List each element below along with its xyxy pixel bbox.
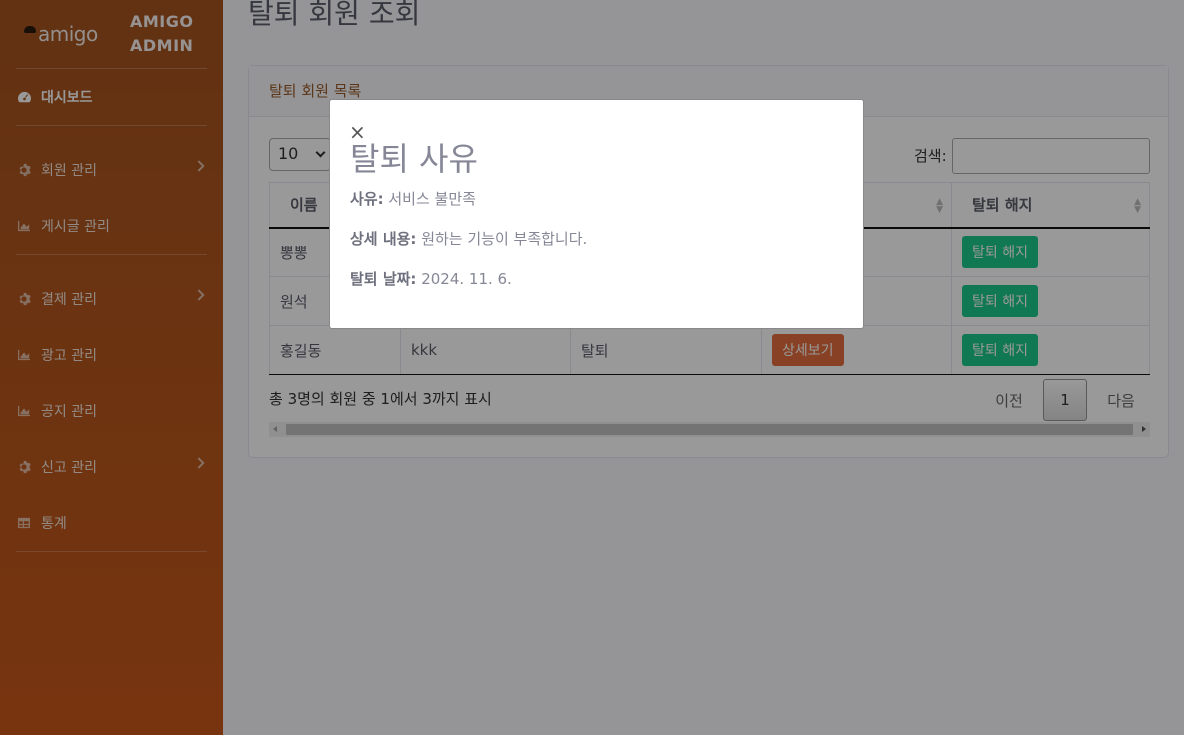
date-label: 탈퇴 날짜: — [350, 270, 417, 288]
date-value: 2024. 11. 6. — [416, 270, 512, 288]
reason-row: 사유: 서비스 불만족 — [350, 190, 843, 208]
modal-title: 탈퇴 사유 — [350, 140, 478, 178]
reason-label: 사유: — [350, 190, 384, 208]
reason-value: 서비스 불만족 — [383, 190, 476, 208]
close-icon[interactable]: × — [349, 120, 366, 144]
detail-value: 원하는 기능이 부족합니다. — [416, 230, 588, 248]
withdrawal-reason-modal: × 탈퇴 사유 사유: 서비스 불만족 상세 내용: 원하는 기능이 부족합니다… — [329, 99, 864, 329]
detail-label: 상세 내용: — [350, 230, 417, 248]
detail-row: 상세 내용: 원하는 기능이 부족합니다. — [350, 230, 843, 248]
date-row: 탈퇴 날짜: 2024. 11. 6. — [350, 270, 843, 288]
